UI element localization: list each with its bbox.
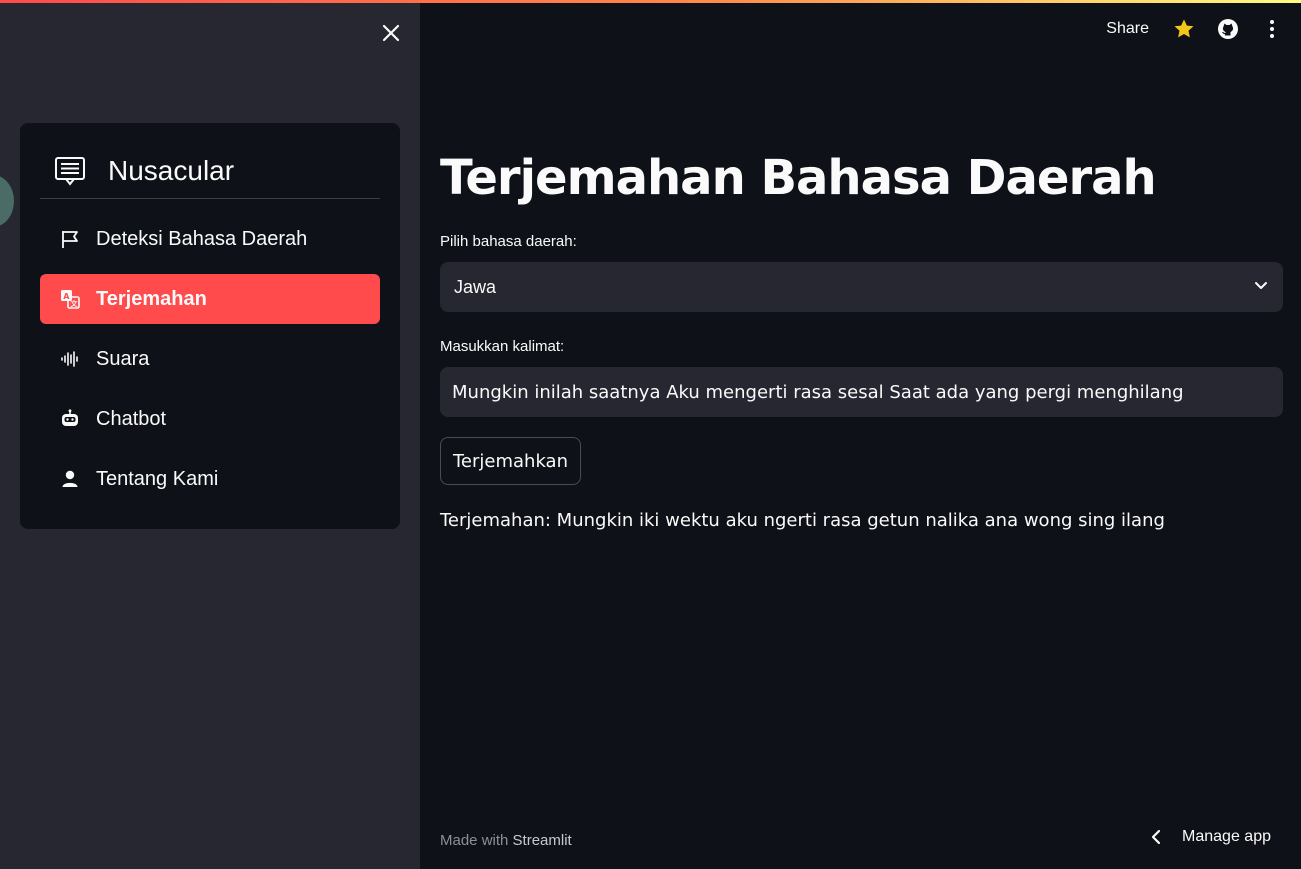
sidebar: Nusacular Deteksi Bahasa Daerah A 文 Terj… <box>0 0 420 869</box>
manage-app-button[interactable]: Manage app <box>1150 828 1271 846</box>
language-select-value: Jawa <box>454 276 497 297</box>
robot-icon <box>60 409 80 429</box>
flag-icon <box>60 229 80 249</box>
footer-made-with: Made with <box>440 832 509 849</box>
main-content: Terjemahan Bahasa Daerah Pilih bahasa da… <box>440 0 1283 869</box>
chevron-down-icon <box>1253 277 1269 298</box>
sentence-input-label: Masukkan kalimat: <box>440 338 565 355</box>
language-select-label: Pilih bahasa daerah: <box>440 233 577 250</box>
person-icon <box>60 469 80 489</box>
nav-item-label: Tentang Kami <box>96 467 219 490</box>
avatar <box>0 175 14 227</box>
nav-item-deteksi-bahasa-daerah[interactable]: Deteksi Bahasa Daerah <box>40 214 380 264</box>
streamlit-link[interactable]: Streamlit <box>513 832 572 849</box>
top-decoration-bar <box>0 0 1301 3</box>
chevron-left-icon <box>1150 829 1162 845</box>
page-title: Terjemahan Bahasa Daerah <box>440 150 1157 206</box>
language-select[interactable]: Jawa <box>440 262 1283 312</box>
translation-result: Terjemahan: Mungkin iki wektu aku ngerti… <box>440 510 1165 531</box>
sentence-input[interactable] <box>440 367 1283 417</box>
footer: Made with Streamlit <box>440 832 572 849</box>
nav-item-tentang-kami[interactable]: Tentang Kami <box>40 454 380 504</box>
message-list-icon <box>54 154 88 188</box>
svg-text:A: A <box>63 292 70 301</box>
svg-text:文: 文 <box>71 299 79 308</box>
nav-item-label: Deteksi Bahasa Daerah <box>96 227 308 250</box>
sidebar-close-button[interactable] <box>378 20 404 46</box>
soundwave-icon <box>60 349 80 369</box>
nav-item-suara[interactable]: Suara <box>40 334 380 384</box>
nav-item-label: Chatbot <box>96 407 167 430</box>
nav-item-terjemahan[interactable]: A 文 Terjemahan <box>40 274 380 324</box>
option-menu: Nusacular Deteksi Bahasa Daerah A 文 Terj… <box>20 123 400 529</box>
nav-item-chatbot[interactable]: Chatbot <box>40 394 380 444</box>
translate-button[interactable]: Terjemahkan <box>440 437 581 485</box>
translate-icon: A 文 <box>60 289 80 309</box>
nav-item-label: Suara <box>96 347 150 370</box>
nav-item-label: Terjemahan <box>96 287 207 310</box>
menu-title: Nusacular <box>108 154 235 186</box>
menu-header: Nusacular <box>40 143 380 199</box>
close-icon <box>382 24 400 42</box>
manage-app-label: Manage app <box>1182 828 1271 845</box>
